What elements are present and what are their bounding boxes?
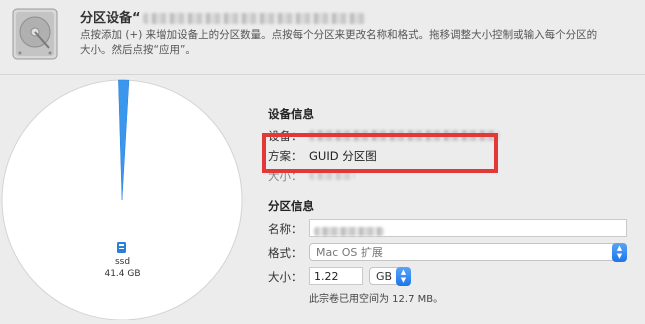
- format-label: 格式：: [268, 246, 303, 260]
- partition-name-label: ssd: [114, 257, 131, 267]
- page-title: 分区设备“: [80, 7, 365, 26]
- unit-value: GB: [376, 270, 393, 283]
- highlight-box: [262, 133, 498, 173]
- description-text: 点按添加 (+) 来增加设备上的分区数量。点按每个分区来更改名称和格式。拖移调整…: [80, 29, 598, 56]
- partition-name-field[interactable]: [309, 219, 627, 237]
- hard-disk-icon: [12, 8, 58, 60]
- partition-size-field[interactable]: 1.22: [309, 267, 363, 285]
- device-info-heading: 设备信息: [268, 107, 314, 121]
- format-select[interactable]: Mac OS 扩展 ▲ ▼: [309, 243, 627, 262]
- partition-pie-chart[interactable]: [0, 75, 245, 321]
- redacted-device-name: [142, 13, 365, 24]
- name-label: 名称：: [268, 222, 303, 236]
- page-title-text: 分区设备“: [80, 11, 141, 26]
- partition-pie-area: ssd 41.4 GB: [0, 75, 245, 321]
- chevron-updown-icon: ▲ ▼: [612, 243, 627, 262]
- redacted-name-value: [314, 226, 384, 236]
- used-space-note: 此宗卷已用空间为 12.7 MB。: [309, 294, 444, 305]
- header-bar: 分区设备“ 点按添加 (+) 来增加设备上的分区数量。点按每个分区来更改名称和格…: [0, 0, 645, 75]
- chevron-updown-icon: ▲ ▼: [396, 267, 411, 286]
- unit-select[interactable]: GB ▲ ▼: [369, 267, 411, 286]
- volume-icon: [117, 242, 126, 253]
- partition-info-heading: 分区信息: [268, 199, 314, 213]
- partition-size-label-row: 大小：: [268, 270, 303, 284]
- format-value: Mac OS 扩展: [316, 246, 383, 259]
- partition-size-label: 41.4 GB: [104, 269, 141, 279]
